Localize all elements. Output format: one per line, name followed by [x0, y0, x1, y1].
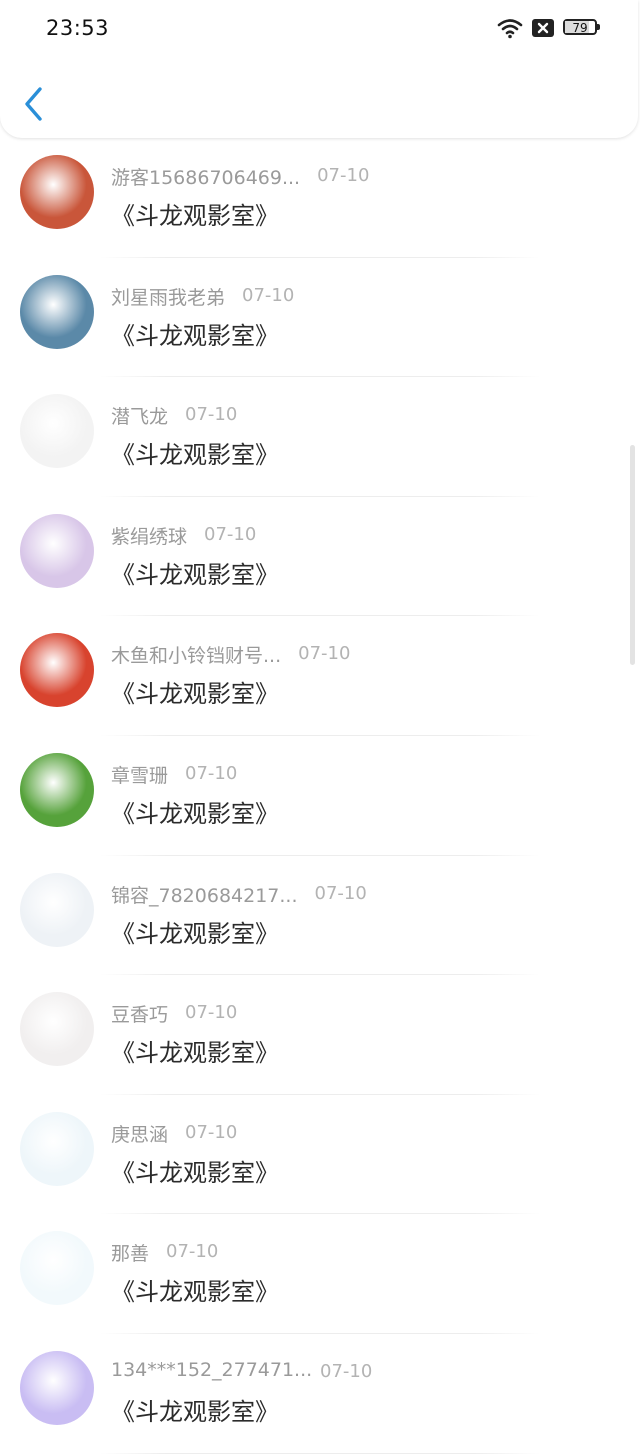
list-item[interactable]: 游客15686706469... 07-10 《斗龙观影室》	[0, 138, 640, 258]
avatar[interactable]	[20, 633, 94, 708]
item-title: 《斗龙观影室》	[111, 680, 279, 709]
list-item[interactable]: 那善 07-10 《斗龙观影室》	[0, 1214, 640, 1334]
username[interactable]: 游客15686706469...	[111, 163, 300, 190]
list-item[interactable]: 庚思涵 07-10 《斗龙观影室》	[0, 1095, 640, 1215]
post-date: 07-10	[242, 284, 295, 306]
avatar[interactable]	[20, 155, 94, 229]
scrollbar[interactable]	[630, 445, 635, 665]
item-title: 《斗龙观影室》	[111, 799, 279, 828]
item-title: 《斗龙观影室》	[111, 321, 279, 350]
username[interactable]: 木鱼和小铃铛财号...	[111, 641, 281, 668]
item-title: 《斗龙观影室》	[111, 1158, 279, 1187]
divider	[100, 1452, 540, 1454]
post-date: 07-10	[314, 882, 367, 904]
no-signal-icon	[532, 19, 554, 41]
username[interactable]: 锦容_7820684217...	[111, 881, 298, 908]
avatar[interactable]	[20, 872, 94, 947]
username[interactable]: 刘星雨我老弟	[111, 283, 225, 310]
post-date: 07-10	[185, 404, 238, 426]
username[interactable]: 134***152_277471...	[111, 1359, 312, 1381]
username[interactable]: 豆香巧	[111, 1000, 168, 1027]
avatar[interactable]	[20, 1350, 94, 1425]
post-date: 07-10	[185, 762, 238, 784]
list-item[interactable]: 紫绢绣球 07-10 《斗龙观影室》	[0, 497, 640, 617]
post-date: 07-10	[185, 1002, 238, 1024]
username[interactable]: 庚思涵	[111, 1120, 168, 1147]
post-date: 07-10	[298, 643, 351, 665]
item-title: 《斗龙观影室》	[111, 1278, 279, 1307]
avatar[interactable]	[20, 274, 94, 349]
list-item[interactable]: 刘星雨我老弟 07-10 《斗龙观影室》	[0, 258, 640, 378]
user-list: 游客15686706469... 07-10 《斗龙观影室》 刘星雨我老弟 07-10 《…	[0, 138, 640, 1454]
username[interactable]: 潜飞龙	[111, 402, 168, 429]
username[interactable]: 那善	[111, 1239, 149, 1266]
item-title: 《斗龙观影室》	[111, 441, 279, 470]
post-date: 07-10	[185, 1121, 238, 1143]
avatar[interactable]	[20, 1111, 94, 1186]
list-item[interactable]: 豆香巧 07-10 《斗龙观影室》	[0, 975, 640, 1095]
item-title: 《斗龙观影室》	[111, 560, 279, 589]
list-item[interactable]: 134***152_277471... 07-10 《斗龙观影室》	[0, 1334, 640, 1454]
post-date: 07-10	[204, 523, 257, 545]
status-time: 23:53	[46, 16, 110, 40]
item-title: 《斗龙观影室》	[111, 1039, 279, 1068]
username[interactable]: 章雪珊	[111, 761, 168, 788]
list-item[interactable]: 潜飞龙 07-10 《斗龙观影室》	[0, 377, 640, 497]
avatar[interactable]	[20, 513, 94, 588]
item-title: 《斗龙观影室》	[111, 919, 279, 948]
post-date: 07-10	[317, 165, 370, 186]
list-item[interactable]: 锦容_7820684217... 07-10 《斗龙观影室》	[0, 856, 640, 976]
avatar[interactable]	[20, 992, 94, 1067]
back-arrow-icon[interactable]	[22, 86, 46, 126]
battery-icon: 79	[563, 19, 600, 35]
item-title: 《斗龙观影室》	[111, 202, 279, 230]
battery-level-text: 79	[572, 21, 588, 35]
avatar[interactable]	[20, 1231, 94, 1306]
list-item[interactable]: 章雪珊 07-10 《斗龙观影室》	[0, 736, 640, 856]
post-date: 07-10	[320, 1360, 373, 1382]
avatar[interactable]	[20, 394, 94, 469]
username[interactable]: 紫绢绣球	[111, 522, 187, 549]
wifi-icon	[497, 17, 523, 43]
post-date: 07-10	[166, 1241, 219, 1263]
avatar[interactable]	[20, 752, 94, 827]
list-item[interactable]: 木鱼和小铃铛财号... 07-10 《斗龙观影室》	[0, 616, 640, 736]
top-bar: 23:53 79	[0, 0, 638, 138]
